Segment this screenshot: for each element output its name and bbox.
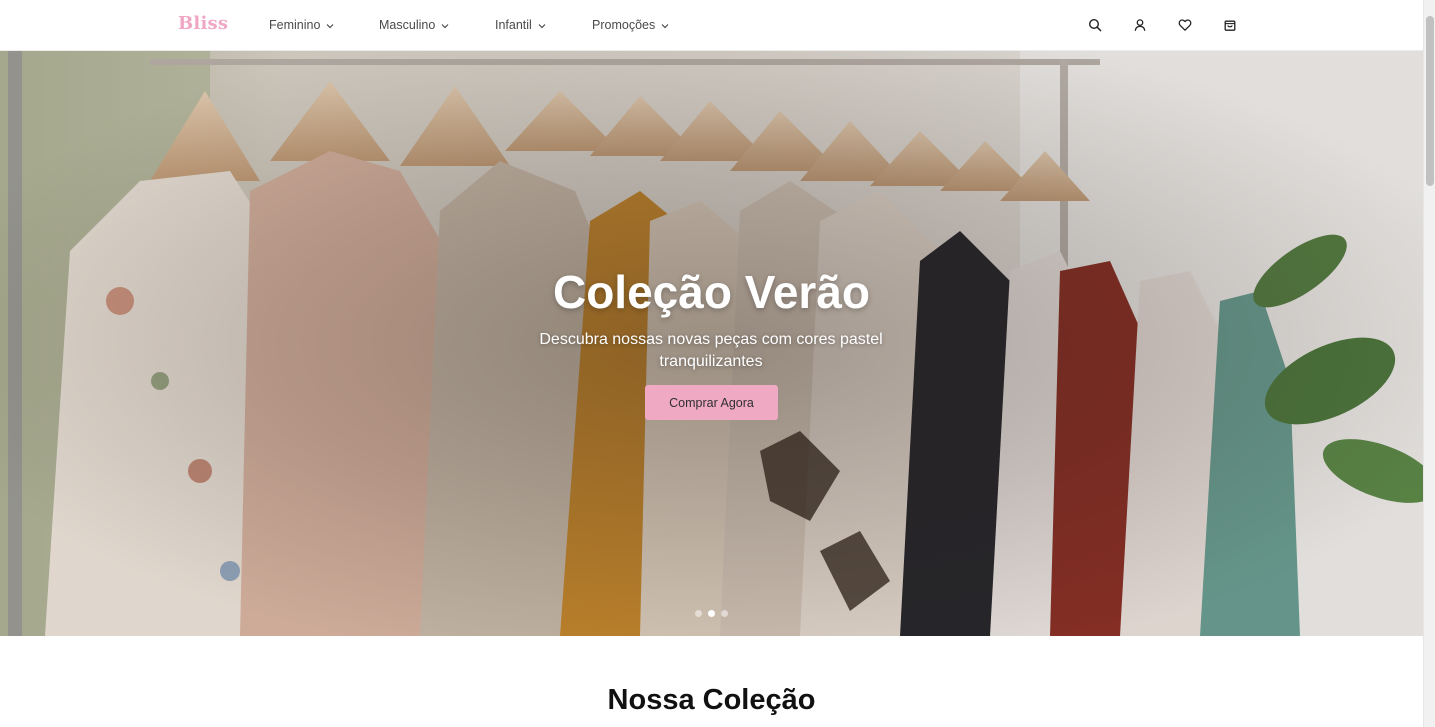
user-icon <box>1134 19 1146 31</box>
wishlist-button[interactable] <box>1176 16 1194 34</box>
nav-item-infantil[interactable]: Infantil <box>495 17 547 33</box>
collection-title: Nossa Coleção <box>607 684 816 716</box>
shop-now-button[interactable]: Comprar Agora <box>645 385 778 420</box>
carousel-dot[interactable] <box>695 610 702 617</box>
carousel-dot[interactable] <box>721 610 728 617</box>
site-header: Bliss Feminino Masculino Infantil Promoç… <box>0 0 1423 51</box>
page-scrollbar[interactable] <box>1423 0 1435 727</box>
chevron-down-icon <box>661 23 669 28</box>
search-icon <box>1088 18 1102 32</box>
nav-item-masculino[interactable]: Masculino <box>379 17 450 33</box>
hero-banner: Coleção Verão Descubra nossas novas peça… <box>0 51 1423 636</box>
search-button[interactable] <box>1086 16 1104 34</box>
hero-title: Coleção Verão <box>552 266 871 318</box>
hero-subtitle: Descubra nossas novas peças com cores pa… <box>539 331 883 370</box>
heart-icon <box>1178 19 1192 31</box>
carousel-dot-active[interactable] <box>708 610 715 617</box>
chevron-down-icon <box>326 23 334 28</box>
account-button[interactable] <box>1131 16 1149 34</box>
nav-item-promocoes[interactable]: Promoções <box>592 17 670 33</box>
nav-item-feminino[interactable]: Feminino <box>269 17 335 33</box>
nav-item-label: Feminino <box>269 18 321 32</box>
nav-item-label: Infantil <box>495 18 532 32</box>
cart-button[interactable] <box>1221 16 1239 34</box>
shopping-bag-icon <box>1224 20 1236 31</box>
chevron-down-icon <box>441 23 449 28</box>
chevron-down-icon <box>538 23 546 28</box>
nav-item-label: Promoções <box>592 18 656 32</box>
scrollbar-thumb[interactable] <box>1426 16 1434 186</box>
nav-item-label: Masculino <box>379 18 436 32</box>
carousel-indicators <box>695 610 728 617</box>
brand-logo[interactable]: Bliss <box>178 13 228 34</box>
